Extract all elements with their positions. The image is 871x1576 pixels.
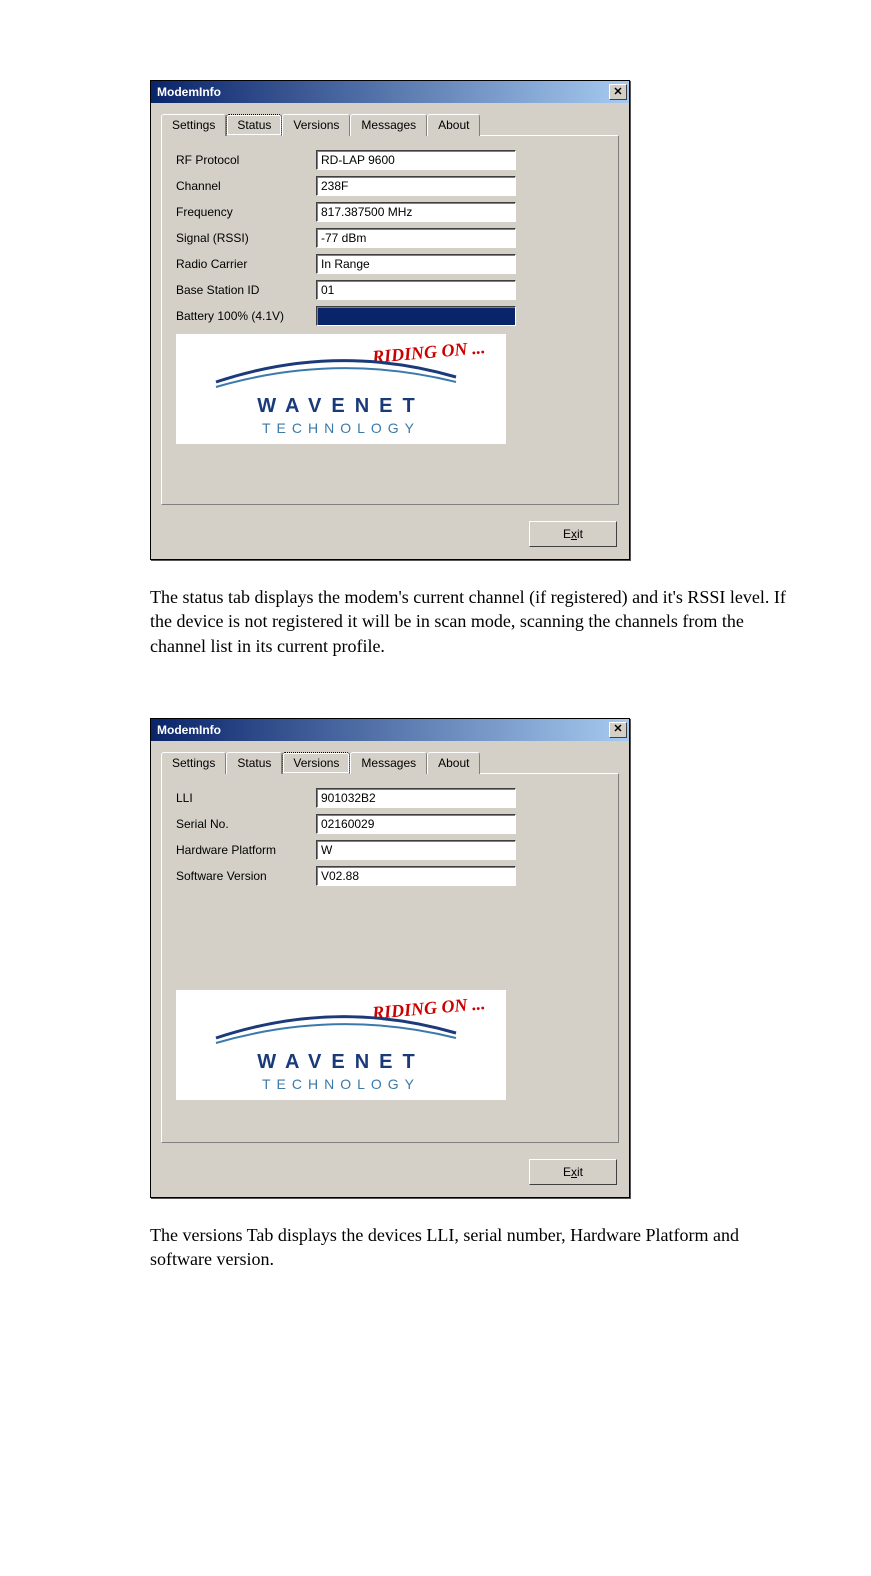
label-signal: Signal (RSSI) [176,231,316,245]
field-radio-carrier[interactable]: In Range [316,254,516,274]
titlebar: ModemInfo ✕ [151,81,629,103]
label-radio-carrier: Radio Carrier [176,257,316,271]
exit-button[interactable]: Exit [529,1159,617,1185]
label-software: Software Version [176,869,316,883]
row-serial: Serial No. 02160029 [176,814,604,834]
field-frequency[interactable]: 817.387500 MHz [316,202,516,222]
close-button[interactable]: ✕ [609,722,627,738]
field-hardware[interactable]: W [316,840,516,860]
logo-main-text: WAVENET [257,395,424,418]
row-channel: Channel 238F [176,176,604,196]
titlebar: ModemInfo ✕ [151,719,629,741]
row-battery: Battery 100% (4.1V) [176,306,604,326]
window-title: ModemInfo [157,723,221,737]
label-battery: Battery 100% (4.1V) [176,309,316,323]
row-signal: Signal (RSSI) -77 dBm [176,228,604,248]
logo-area: RIDING ON ... WAVENET TECHNOLOGY [176,334,506,444]
tab-about[interactable]: About [427,752,480,774]
tab-bar: Settings Status Versions Messages About [161,751,619,773]
label-lli: LLI [176,791,316,805]
field-lli[interactable]: 901032B2 [316,788,516,808]
tab-messages[interactable]: Messages [350,114,427,136]
close-icon: ✕ [613,724,622,735]
row-frequency: Frequency 817.387500 MHz [176,202,604,222]
row-base-station: Base Station ID 01 [176,280,604,300]
label-channel: Channel [176,179,316,193]
tab-status[interactable]: Status [226,752,282,774]
paragraph-status-desc: The status tab displays the modem's curr… [150,585,791,658]
label-hardware: Hardware Platform [176,843,316,857]
tab-bar: Settings Status Versions Messages About [161,113,619,135]
label-serial: Serial No. [176,817,316,831]
modeminfo-window-status: ModemInfo ✕ Settings Status Versions Mes… [150,80,630,560]
row-radio-carrier: Radio Carrier In Range [176,254,604,274]
tab-status[interactable]: Status [226,114,282,136]
row-software: Software Version V02.88 [176,866,604,886]
modeminfo-window-versions: ModemInfo ✕ Settings Status Versions Mes… [150,718,630,1198]
logo-main-text: WAVENET [257,1051,424,1074]
row-hardware: Hardware Platform W [176,840,604,860]
window-title: ModemInfo [157,85,221,99]
tab-settings[interactable]: Settings [161,752,226,774]
tab-settings[interactable]: Settings [161,114,226,136]
row-lli: LLI 901032B2 [176,788,604,808]
logo-sub-text: TECHNOLOGY [262,420,420,436]
tab-versions[interactable]: Versions [282,114,350,136]
tab-panel: RF Protocol RD-LAP 9600 Channel 238F Fre… [161,135,619,505]
logo-area: RIDING ON ... WAVENET TECHNOLOGY [176,990,506,1100]
field-signal[interactable]: -77 dBm [316,228,516,248]
tab-about[interactable]: About [427,114,480,136]
field-channel[interactable]: 238F [316,176,516,196]
tab-messages[interactable]: Messages [350,752,427,774]
field-serial[interactable]: 02160029 [316,814,516,834]
field-rf-protocol[interactable]: RD-LAP 9600 [316,150,516,170]
label-frequency: Frequency [176,205,316,219]
paragraph-versions-desc: The versions Tab displays the devices LL… [150,1223,791,1272]
field-software[interactable]: V02.88 [316,866,516,886]
button-row: Exit [151,515,629,559]
label-base-station: Base Station ID [176,283,316,297]
wave-icon [206,352,466,392]
label-rf-protocol: RF Protocol [176,153,316,167]
wave-icon [206,1008,466,1048]
tab-panel: LLI 901032B2 Serial No. 02160029 Hardwar… [161,773,619,1143]
field-base-station[interactable]: 01 [316,280,516,300]
button-row: Exit [151,1153,629,1197]
field-battery [316,306,516,326]
tab-versions[interactable]: Versions [282,752,350,774]
logo-sub-text: TECHNOLOGY [262,1076,420,1092]
exit-button[interactable]: Exit [529,521,617,547]
row-rf-protocol: RF Protocol RD-LAP 9600 [176,150,604,170]
close-button[interactable]: ✕ [609,84,627,100]
close-icon: ✕ [613,87,622,98]
